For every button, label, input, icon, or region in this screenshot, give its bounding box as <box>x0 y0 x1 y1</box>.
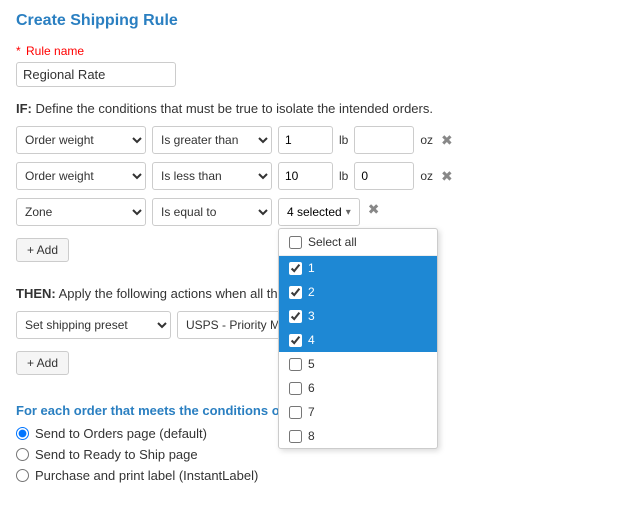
dropdown-item-6[interactable]: 6 <box>279 376 437 400</box>
dropdown-item-4[interactable]: 4 <box>279 328 437 352</box>
dropdown-item-1[interactable]: 1 <box>279 256 437 280</box>
page-title: Create Shipping Rule <box>16 12 604 30</box>
dropdown-item-label-5: 5 <box>308 357 315 371</box>
dropdown-checkbox-4[interactable] <box>289 334 302 347</box>
unit-oz-1: oz <box>420 133 433 147</box>
radio-ready-label: Send to Ready to Ship page <box>35 447 198 462</box>
condition-op-3[interactable]: Is equal to Is not equal to <box>152 198 272 226</box>
dropdown-checkbox-6[interactable] <box>289 382 302 395</box>
condition-row-2: Order weight Zone Order total Is greater… <box>16 162 604 190</box>
dropdown-item-label-4: 4 <box>308 333 315 347</box>
condition-op-2[interactable]: Is greater than Is less than Is equal to <box>152 162 272 190</box>
condition-val-1[interactable] <box>278 126 333 154</box>
add-action-button[interactable]: + Add <box>16 351 69 375</box>
condition-row-1: Order weight Zone Order total Is greater… <box>16 126 604 154</box>
rule-name-section: * Rule name <box>16 44 604 87</box>
dropdown-item-label-3: 3 <box>308 309 315 323</box>
add-condition-button[interactable]: + Add <box>16 238 69 262</box>
remove-condition-3[interactable]: ✖ <box>366 202 382 216</box>
required-marker: * <box>16 44 21 58</box>
condition-type-1[interactable]: Order weight Zone Order total <box>16 126 146 154</box>
dropdown-checkbox-1[interactable] <box>289 262 302 275</box>
dropdown-item-2[interactable]: 2 <box>279 280 437 304</box>
action-type-select[interactable]: Set shipping preset <box>16 311 171 339</box>
condition-type-3[interactable]: Zone Order weight Order total <box>16 198 146 226</box>
dropdown-item-5[interactable]: 5 <box>279 352 437 376</box>
zone-selected-label: 4 selected <box>287 205 342 219</box>
if-section: IF: Define the conditions that must be t… <box>16 101 604 276</box>
dropdown-arrow-icon: ▾ <box>346 207 351 218</box>
dropdown-checkbox-5[interactable] <box>289 358 302 371</box>
radio-option-instant[interactable]: Purchase and print label (InstantLabel) <box>16 468 604 483</box>
radio-ready[interactable] <box>16 448 29 461</box>
unit-oz-2: oz <box>420 169 433 183</box>
select-all-label: Select all <box>308 235 357 249</box>
if-section-label: IF: Define the conditions that must be t… <box>16 101 604 116</box>
radio-option-ready[interactable]: Send to Ready to Ship page <box>16 447 604 462</box>
condition-type-2[interactable]: Order weight Zone Order total <box>16 162 146 190</box>
zone-dropdown-panel: Select all 1 2 3 4 <box>278 228 438 449</box>
rule-name-label: * Rule name <box>16 44 604 58</box>
dropdown-checkbox-2[interactable] <box>289 286 302 299</box>
dropdown-item-label-1: 1 <box>308 261 315 275</box>
dropdown-item-label-8: 8 <box>308 429 315 443</box>
unit-lb-1: lb <box>339 133 348 147</box>
select-all-row[interactable]: Select all <box>279 229 437 256</box>
condition-op-1[interactable]: Is greater than Is less than Is equal to <box>152 126 272 154</box>
rule-name-input[interactable] <box>16 62 176 87</box>
radio-orders[interactable] <box>16 427 29 440</box>
condition-row-3: Zone Order weight Order total Is equal t… <box>16 198 604 226</box>
dropdown-item-8[interactable]: 8 <box>279 424 437 448</box>
radio-instant-label: Purchase and print label (InstantLabel) <box>35 468 258 483</box>
dropdown-checkbox-8[interactable] <box>289 430 302 443</box>
dropdown-item-7[interactable]: 7 <box>279 400 437 424</box>
zone-selected-button[interactable]: 4 selected ▾ <box>278 198 360 226</box>
select-all-checkbox[interactable] <box>289 236 302 249</box>
dropdown-item-label-2: 2 <box>308 285 315 299</box>
radio-instant[interactable] <box>16 469 29 482</box>
dropdown-checkbox-7[interactable] <box>289 406 302 419</box>
condition-val-2[interactable] <box>278 162 333 190</box>
dropdown-checkbox-3[interactable] <box>289 310 302 323</box>
zone-dropdown-container: 4 selected ▾ Select all 1 2 <box>278 198 360 226</box>
remove-condition-1[interactable]: ✖ <box>439 133 455 147</box>
condition-oz-1[interactable] <box>354 126 414 154</box>
radio-orders-label: Send to Orders page (default) <box>35 426 207 441</box>
unit-lb-2: lb <box>339 169 348 183</box>
condition-oz-2[interactable] <box>354 162 414 190</box>
dropdown-item-label-7: 7 <box>308 405 315 419</box>
dropdown-item-3[interactable]: 3 <box>279 304 437 328</box>
dropdown-item-label-6: 6 <box>308 381 315 395</box>
remove-condition-2[interactable]: ✖ <box>439 169 455 183</box>
